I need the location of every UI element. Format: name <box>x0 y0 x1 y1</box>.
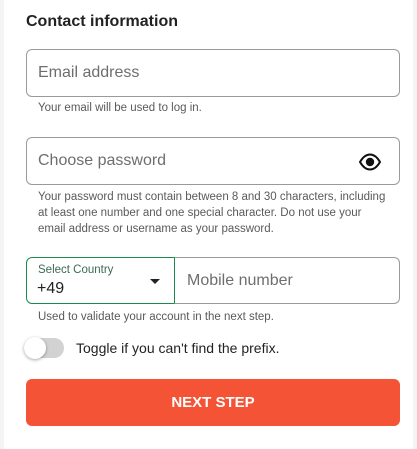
password-field[interactable] <box>26 137 400 185</box>
prefix-toggle-switch[interactable] <box>24 337 64 359</box>
password-input[interactable] <box>27 138 399 184</box>
eye-icon[interactable] <box>358 152 382 172</box>
prefix-toggle-label: Toggle if you can't find the prefix. <box>76 340 280 356</box>
country-select-label: Select Country <box>38 264 114 276</box>
phone-help-text: Used to validate your account in the nex… <box>38 311 274 323</box>
email-help-text: Your email will be used to log in. <box>38 102 202 114</box>
mobile-field[interactable] <box>174 257 400 304</box>
caret-down-icon <box>150 279 160 284</box>
password-help-text: Your password must contain between 8 and… <box>38 191 386 235</box>
email-input[interactable] <box>27 50 399 96</box>
prefix-toggle-row: Toggle if you can't find the prefix. <box>24 336 279 360</box>
country-select-value: +49 <box>37 280 65 297</box>
email-field[interactable] <box>26 49 400 97</box>
next-step-button[interactable]: NEXT STEP <box>26 379 400 426</box>
section-title: Contact information <box>26 13 178 30</box>
mobile-input[interactable] <box>175 257 399 304</box>
contact-form-card: Contact information Your email will be u… <box>4 0 413 449</box>
country-select[interactable]: Select Country +49 <box>26 257 175 304</box>
phone-row: Select Country +49 <box>26 257 400 304</box>
toggle-knob <box>24 337 46 359</box>
